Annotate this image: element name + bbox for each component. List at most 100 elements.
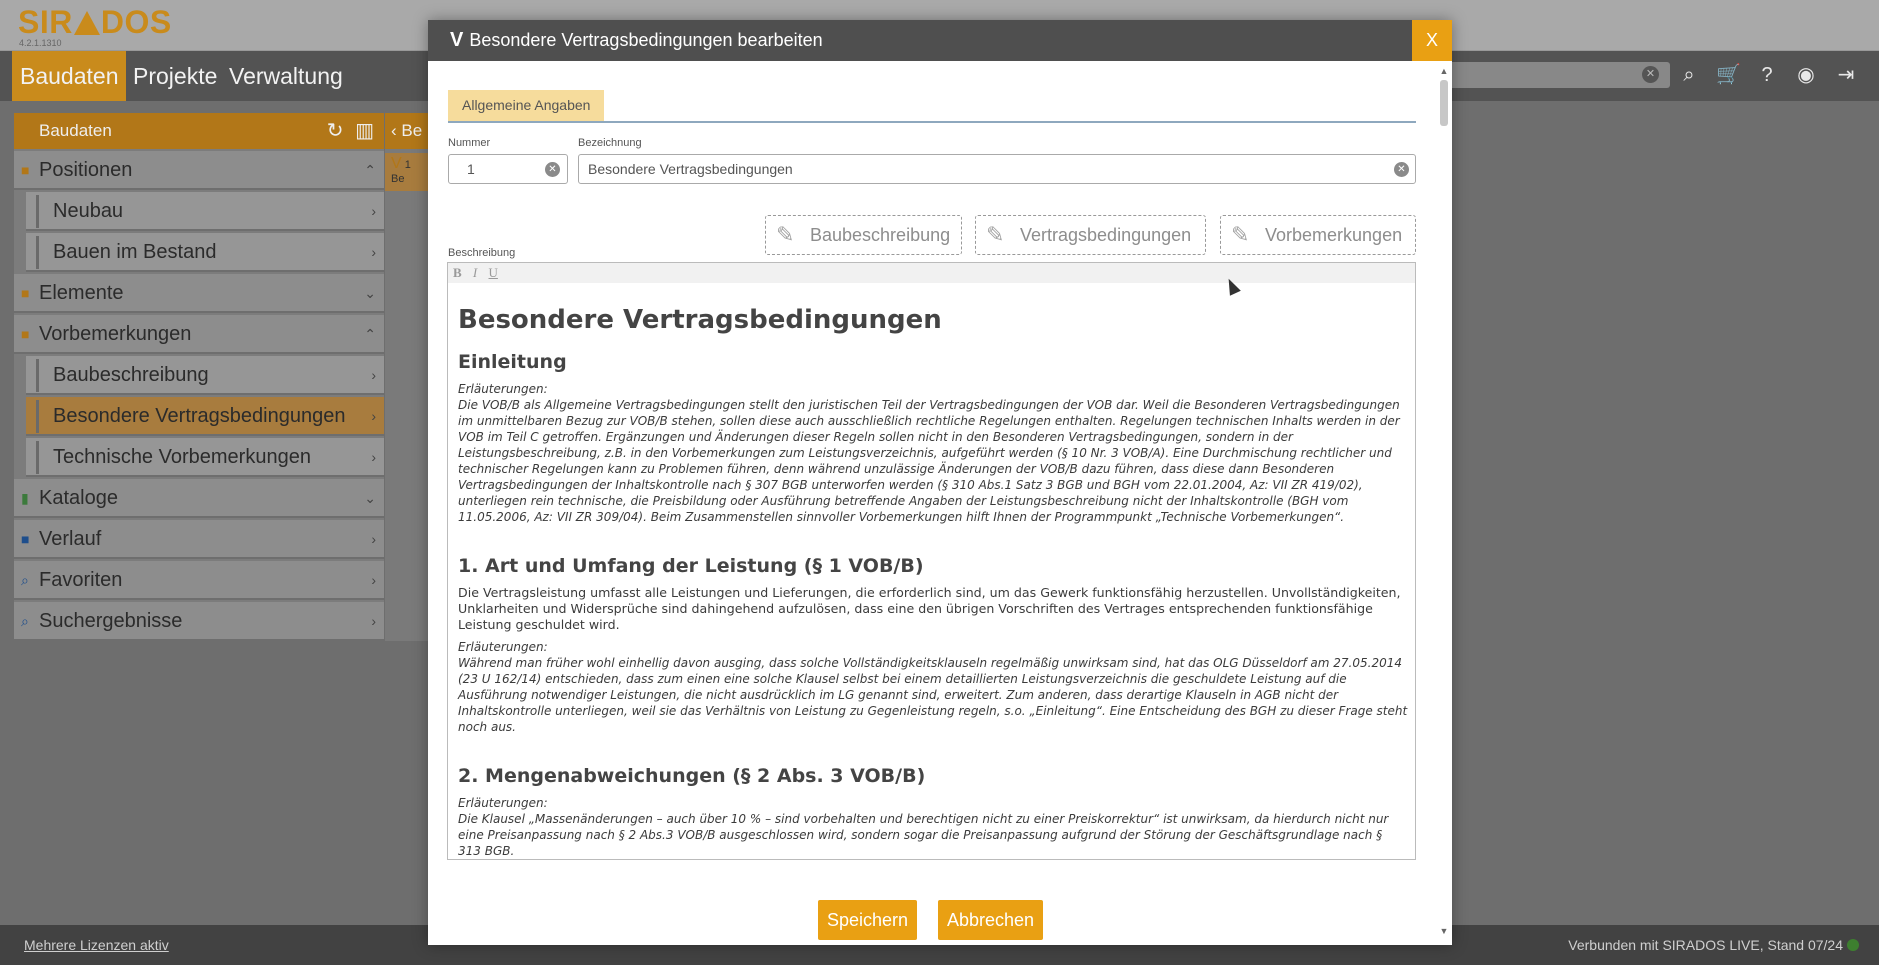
- chevron-right-icon: ›: [371, 572, 376, 588]
- underline-icon[interactable]: U: [489, 265, 498, 280]
- chevron-down-icon: ⌄: [364, 490, 376, 506]
- sidebar-item-label: Suchergebnisse: [39, 610, 183, 632]
- paperclip-icon: ⌕: [21, 572, 29, 588]
- rich-text-editor[interactable]: B I U Besondere Vertragsbedingungen Einl…: [447, 262, 1416, 860]
- sidebar-item-technische-vorbemerkungen[interactable]: Technische Vorbemerkungen ›: [26, 438, 384, 477]
- chevron-right-icon: ›: [371, 408, 376, 424]
- scrollbar-thumb[interactable]: [1440, 80, 1448, 126]
- logout-icon[interactable]: ⇥: [1834, 63, 1858, 87]
- app-version: 4.2.1.1310: [19, 38, 62, 48]
- button-label: Vorbemerkungen: [1265, 225, 1403, 245]
- sidebar-item-label: Verlauf: [39, 528, 102, 550]
- tab-allgemeine-angaben[interactable]: Allgemeine Angaben: [448, 90, 605, 121]
- baubeschreibung-button[interactable]: ✎ Baubeschreibung: [765, 215, 962, 255]
- bezeichnung-label: Bezeichnung: [578, 137, 642, 149]
- sidebar-item-label: Vorbemerkungen: [39, 323, 192, 345]
- book-icon: ▮: [21, 490, 29, 506]
- edit-dialog: V Besondere Vertragsbedingungen bearbeite…: [428, 20, 1452, 945]
- item-number: 1: [404, 159, 411, 171]
- editor-content[interactable]: Besondere Vertragsbedingungen Einleitung…: [458, 305, 1408, 859]
- nav-tab-verwaltung[interactable]: Verwaltung: [221, 51, 351, 101]
- nummer-value: 1: [467, 161, 475, 177]
- clear-icon[interactable]: ✕: [1394, 162, 1409, 177]
- sidebar-item-neubau[interactable]: Neubau ›: [26, 192, 384, 231]
- list-item[interactable]: V 1 Be: [385, 153, 429, 191]
- section-heading: 1. Art und Umfang der Leistung (§ 1 VOB/…: [458, 555, 924, 577]
- clear-icon[interactable]: ✕: [545, 162, 560, 177]
- section-heading: Einleitung: [458, 351, 567, 373]
- detail-panel-title: Be: [401, 121, 423, 140]
- sidebar-item-label: Kataloge: [39, 487, 118, 509]
- cancel-button[interactable]: Abbrechen: [938, 900, 1044, 940]
- document-heading: Besondere Vertragsbedingungen: [458, 305, 942, 335]
- sidebar-item-label: Elemente: [39, 282, 124, 304]
- chevron-right-icon: ›: [371, 203, 376, 219]
- sidebar-item-label: Besondere Vertragsbedingungen: [53, 405, 346, 427]
- item-text: Be: [391, 173, 405, 185]
- scroll-down-icon[interactable]: ▼: [1438, 926, 1450, 936]
- detail-panel-header[interactable]: ‹ Be: [385, 113, 429, 149]
- bold-icon[interactable]: B: [453, 265, 462, 280]
- dialog-title-bar: V Besondere Vertragsbedingungen bearbeite…: [428, 20, 1452, 61]
- help-icon[interactable]: ?: [1755, 63, 1779, 87]
- nummer-field[interactable]: 1 ✕: [448, 154, 568, 184]
- sidebar-item-baubeschreibung[interactable]: Baubeschreibung ›: [26, 356, 384, 395]
- section-heading: 2. Mengenabweichungen (§ 2 Abs. 3 VOB/B): [458, 765, 926, 787]
- user-icon[interactable]: ◉: [1794, 63, 1818, 87]
- vorbemerkungen-button[interactable]: ✎ Vorbemerkungen: [1220, 215, 1416, 255]
- chevron-right-icon: ›: [371, 367, 376, 383]
- save-button[interactable]: Speichern: [818, 900, 918, 940]
- sidebar-item-label: Baubeschreibung: [53, 364, 209, 386]
- italic-icon[interactable]: I: [473, 265, 477, 280]
- search-icon: ⌕: [21, 613, 29, 629]
- scroll-up-icon[interactable]: ▲: [1438, 66, 1450, 76]
- sidebar-item-label: Bauen im Bestand: [53, 241, 217, 263]
- dialog-title: Besondere Vertragsbedingungen bearbeiten: [469, 30, 823, 50]
- edit-icon: ✎: [776, 222, 795, 247]
- search-clear-icon[interactable]: ✕: [1642, 66, 1659, 83]
- sidebar-item-vorbemerkungen[interactable]: ■ Vorbemerkungen ⌃: [14, 315, 384, 354]
- sidebar-item-besondere-vertragsbedingungen[interactable]: Besondere Vertragsbedingungen ›: [26, 397, 384, 436]
- online-indicator-icon: [1847, 939, 1859, 951]
- beschreibung-label: Beschreibung: [448, 247, 516, 259]
- connection-status-text: Verbunden mit SIRADOS LIVE, Stand 07/24: [1568, 937, 1843, 953]
- sidebar-item-label: Positionen: [39, 159, 133, 181]
- search-input[interactable]: [1430, 62, 1670, 88]
- sidebar-item-kataloge[interactable]: ▮ Kataloge ⌄: [14, 479, 384, 518]
- sidebar-item-verlauf[interactable]: ■ Verlauf ›: [14, 520, 384, 559]
- nummer-label: Nummer: [448, 137, 491, 149]
- vertragsbedingungen-button[interactable]: ✎ Vertragsbedingungen: [975, 215, 1206, 255]
- chevron-right-icon: ›: [371, 613, 376, 629]
- close-button[interactable]: X: [1412, 20, 1452, 61]
- app-logo: SIR DOS: [18, 4, 172, 40]
- note-label: Erläuterungen:: [458, 796, 548, 810]
- chevron-up-icon: ⌃: [364, 162, 376, 178]
- note-label: Erläuterungen:: [458, 382, 548, 396]
- note-text: Die Klausel „Massenänderungen – auch übe…: [458, 812, 1389, 858]
- sidebar-item-bauen-im-bestand[interactable]: Bauen im Bestand ›: [26, 233, 384, 272]
- edit-icon: ✎: [1231, 222, 1250, 247]
- button-label: Vertragsbedingungen: [1020, 225, 1192, 245]
- sidebar-item-elemente[interactable]: ■ Elemente ⌄: [14, 274, 384, 313]
- sidebar-item-suchergebnisse[interactable]: ⌕ Suchergebnisse ›: [14, 602, 384, 641]
- refresh-icon[interactable]: ↻: [327, 120, 344, 142]
- licenses-link[interactable]: Mehrere Lizenzen aktiv: [24, 937, 169, 953]
- folder-icon: ■: [21, 285, 30, 301]
- sidebar-item-positionen[interactable]: ■ Positionen ⌃: [14, 151, 384, 190]
- chevron-up-icon: ⌃: [364, 326, 376, 342]
- dialog-scrollbar[interactable]: ▲ ▼: [1438, 66, 1450, 936]
- cart-icon[interactable]: 🛒: [1716, 63, 1741, 87]
- search-messages-icon[interactable]: ⌕: [1677, 63, 1701, 87]
- sidebar-item-favoriten[interactable]: ⌕ Favoriten ›: [14, 561, 384, 600]
- nav-tab-baudaten[interactable]: Baudaten: [12, 51, 127, 101]
- sidebar-item-label: Neubau: [53, 200, 124, 222]
- bezeichnung-value: Besondere Vertragsbedingungen: [588, 161, 793, 177]
- connection-status: Verbunden mit SIRADOS LIVE, Stand 07/24: [1568, 937, 1859, 953]
- sidebar-header-icons: ↻ ▥: [327, 113, 374, 149]
- folder-icon: ■: [21, 162, 30, 178]
- tab-underline: [448, 121, 1416, 123]
- nav-tab-projekte[interactable]: Projekte: [125, 51, 225, 101]
- detail-panel: ‹ Be V 1 Be: [385, 113, 429, 641]
- bezeichnung-field[interactable]: Besondere Vertragsbedingungen ✕: [578, 154, 1416, 184]
- columns-icon[interactable]: ▥: [355, 120, 374, 142]
